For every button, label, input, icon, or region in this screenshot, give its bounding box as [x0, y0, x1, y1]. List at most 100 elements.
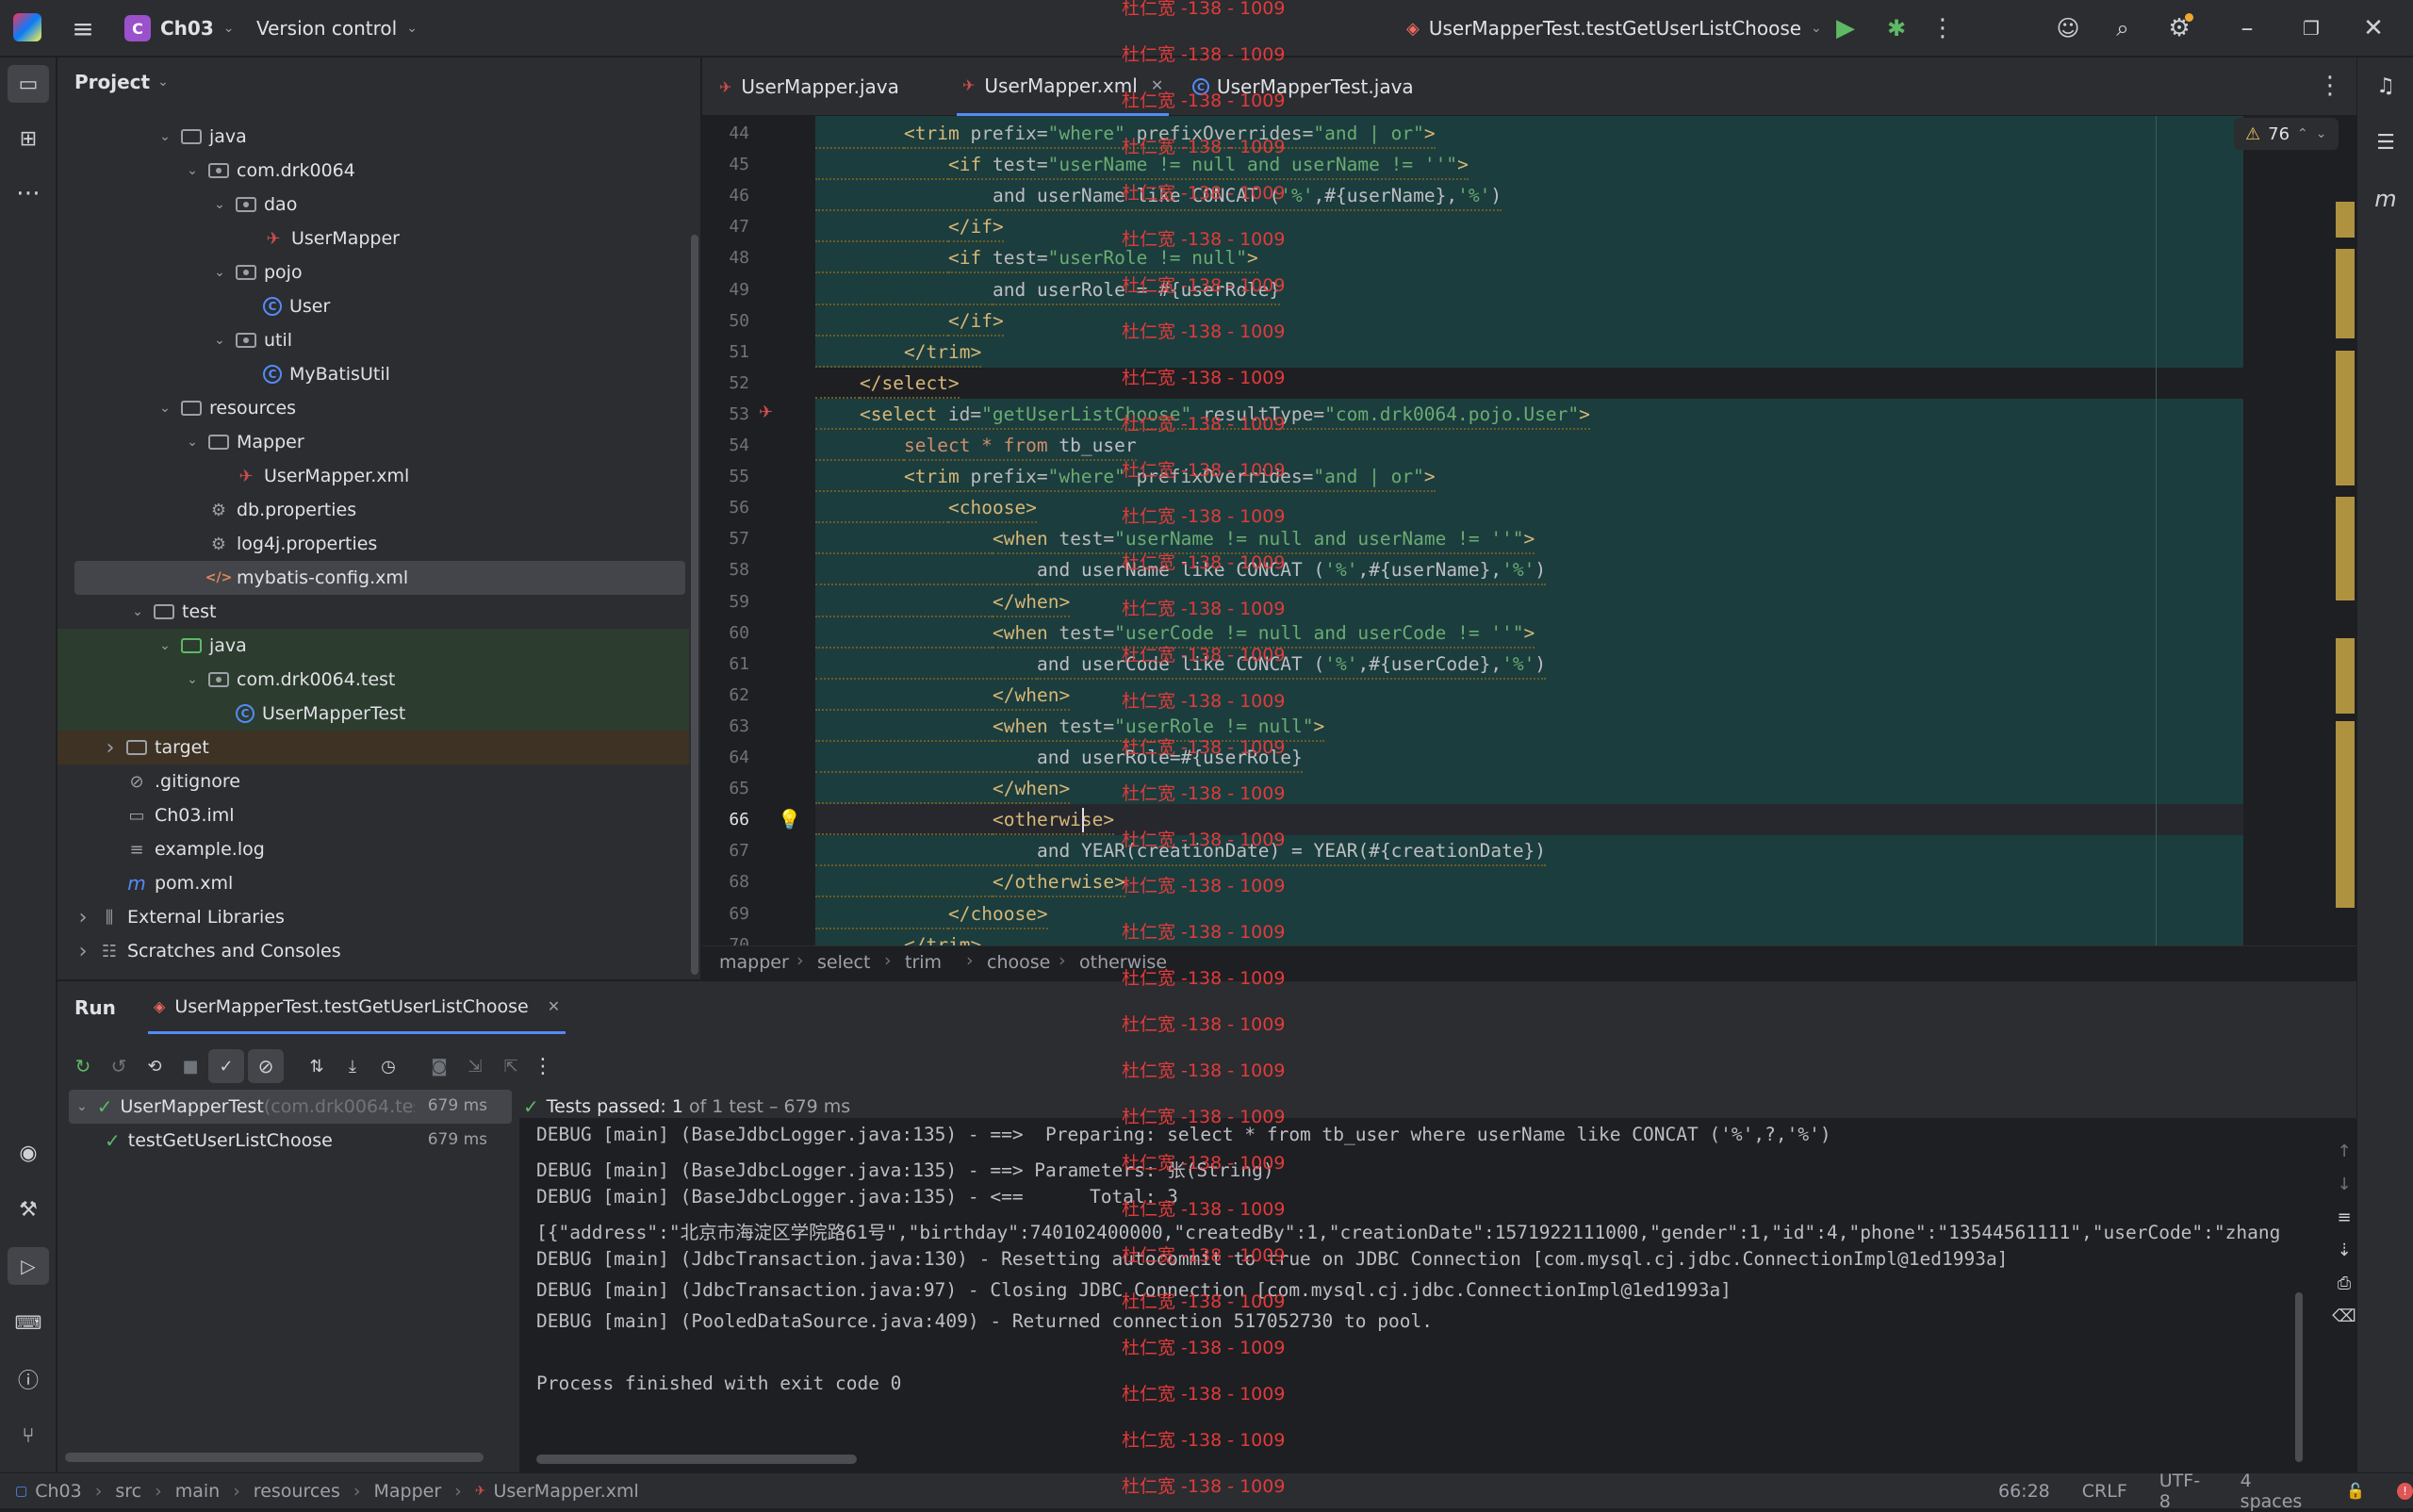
editor-tab[interactable]: C UserMapperTest.java — [1192, 58, 1414, 116]
close-tab-icon[interactable]: ✕ — [548, 997, 560, 1015]
console-scrollbar[interactable] — [536, 1454, 857, 1464]
tree-item[interactable]: C User — [238, 289, 330, 323]
chevron-down-icon[interactable]: ⌄ — [129, 604, 146, 619]
file-encoding[interactable]: UTF-8 — [2159, 1471, 2208, 1512]
restore-button[interactable]: ❐ — [2294, 13, 2328, 43]
editor-tab[interactable]: ✈ UserMapper.java — [719, 58, 899, 116]
tree-item[interactable]: ⌄ test — [129, 595, 216, 629]
up-arrow-icon[interactable]: ↑ — [2337, 1142, 2351, 1161]
run-button[interactable]: ▶ — [1829, 13, 1863, 43]
tree-item[interactable]: › ⫼ External Libraries — [74, 900, 285, 934]
chevron-down-icon[interactable]: ⌄ — [2316, 126, 2327, 141]
error-indicator-icon[interactable]: ! — [2397, 1482, 2413, 1500]
project-scrollbar[interactable] — [691, 235, 698, 975]
database-icon[interactable]: ☰ — [2367, 123, 2405, 161]
rerun-icon[interactable]: ↻ — [65, 1049, 101, 1083]
tab-more-icon[interactable]: ⋮ — [2316, 71, 2344, 101]
mybatis-bird-icon[interactable]: ✈ — [759, 403, 773, 422]
rerun-failed-icon[interactable]: ↺ — [101, 1049, 137, 1083]
run-tab[interactable]: ◈ UserMapperTest.testGetUserListChoose ✕ — [148, 981, 566, 1034]
tree-item[interactable]: ✈ UserMapper — [238, 222, 400, 255]
print-icon[interactable]: ⎙ — [2338, 1274, 2351, 1293]
add-user-icon[interactable]: ☺ — [2051, 13, 2085, 43]
status-path-item[interactable]: Ch03 — [35, 1481, 82, 1502]
project-switcher[interactable]: C Ch03 ⌄ — [124, 13, 234, 43]
warning-marker[interactable] — [2336, 249, 2355, 338]
show-passed-icon[interactable]: ✓ — [208, 1049, 244, 1083]
tree-item[interactable]: ▭ Ch03.iml — [102, 798, 234, 832]
chevron-down-icon[interactable]: ⌄ — [211, 197, 228, 212]
notifications-bell-icon[interactable]: ♫ — [2367, 67, 2405, 105]
tree-item[interactable]: ⌄ java — [156, 629, 247, 663]
tree-item[interactable]: ⌄ java — [156, 120, 247, 154]
structure-icon[interactable]: ⊞ — [8, 120, 49, 157]
indent-setting[interactable]: 4 spaces — [2241, 1471, 2315, 1512]
soft-wrap-icon[interactable]: ≡ — [2337, 1208, 2351, 1227]
tree-item[interactable]: ⌄ Mapper — [184, 425, 304, 459]
sort-duration-icon[interactable]: ⤓ — [335, 1049, 370, 1083]
breadcrumb-item[interactable]: mapper — [719, 952, 789, 973]
tree-item[interactable]: ≡ example.log — [102, 832, 264, 866]
intellij-logo-icon[interactable] — [13, 13, 41, 41]
chevron-down-icon[interactable]: ⌄ — [184, 163, 201, 178]
show-ignored-icon[interactable]: ⊘ — [248, 1049, 284, 1083]
project-tool-folder-icon[interactable]: ▭ — [8, 65, 49, 103]
more-tools-icon[interactable]: ⋯ — [8, 174, 49, 212]
chevron-right-icon[interactable]: › — [74, 940, 91, 963]
build-hammer-icon[interactable]: ⚒ — [8, 1191, 49, 1228]
scroll-to-end-icon[interactable]: ⇣ — [2337, 1241, 2351, 1260]
tree-item[interactable]: ✈ UserMapper.xml — [211, 459, 409, 493]
breadcrumb-item[interactable]: trim — [905, 952, 942, 973]
tree-item[interactable]: </> mybatis-config.xml — [184, 561, 408, 595]
more-actions-icon[interactable]: ⋮ — [529, 1049, 557, 1083]
code-view[interactable]: <trim prefix="where" prefixOverrides="an… — [815, 116, 2243, 945]
tree-item[interactable]: › target — [102, 731, 209, 764]
export-icon[interactable]: ⇱ — [493, 1049, 529, 1083]
console-output[interactable]: DEBUG [main] (BaseJdbcLogger.java:135) -… — [519, 1118, 2356, 1481]
tree-item[interactable]: ⌄ com.drk0064 — [184, 154, 355, 188]
chevron-down-icon[interactable]: ⌄ — [211, 333, 228, 348]
tree-item[interactable]: ⊘ .gitignore — [102, 764, 239, 798]
breadcrumb-item[interactable]: select — [817, 952, 870, 973]
vcs-widget[interactable]: Version control ⌄ — [256, 13, 418, 43]
run-tool-icon[interactable]: ▷ — [8, 1247, 49, 1285]
chevron-down-icon[interactable]: ⌄ — [184, 435, 201, 450]
chevron-down-icon[interactable]: ⌄ — [156, 401, 173, 416]
tree-item[interactable]: m pom.xml — [102, 866, 233, 900]
chevron-right-icon[interactable]: › — [74, 906, 91, 929]
caret-position[interactable]: 66:28 — [1998, 1481, 2050, 1502]
tree-item[interactable]: C MyBatisUtil — [238, 357, 390, 391]
chevron-down-icon[interactable]: ⌄ — [156, 638, 173, 653]
tree-item[interactable]: › ☷ Scratches and Consoles — [74, 934, 341, 968]
tree-item[interactable]: ⌄ util — [211, 323, 292, 357]
close-window-button[interactable]: ✕ — [2356, 13, 2390, 43]
breadcrumb-item[interactable]: choose — [987, 952, 1050, 973]
test-node[interactable]: ✓ testGetUserListChoose 679 ms — [105, 1124, 501, 1158]
run-configuration-selector[interactable]: ◈ UserMapperTest.testGetUserListChoose ⌄ — [1406, 13, 1822, 43]
terminal-icon[interactable]: ⌨ — [8, 1304, 49, 1341]
import-icon[interactable]: ⇲ — [457, 1049, 493, 1083]
tree-item[interactable]: ⌄ resources — [156, 391, 296, 425]
tree-item[interactable]: C UserMapperTest — [211, 697, 405, 731]
intention-bulb-icon[interactable]: 💡 — [778, 808, 801, 830]
chevron-up-icon[interactable]: ⌃ — [2297, 126, 2308, 141]
tree-item[interactable]: ⌄ pojo — [211, 255, 302, 289]
maven-icon[interactable]: m — [2367, 180, 2405, 218]
minimize-button[interactable]: – — [2230, 13, 2264, 43]
toggle-auto-test-icon[interactable]: ⟲ — [137, 1049, 172, 1083]
status-path-item[interactable]: UserMapper.xml — [494, 1481, 639, 1502]
problems-icon[interactable]: ⓘ — [8, 1360, 49, 1398]
warning-marker[interactable] — [2336, 497, 2355, 600]
chevron-down-icon[interactable]: ⌄ — [156, 129, 173, 144]
warning-marker[interactable] — [2336, 721, 2355, 908]
line-separator[interactable]: CRLF — [2082, 1481, 2127, 1502]
more-actions-icon[interactable]: ⋮ — [1929, 13, 1957, 43]
debug-bug-icon[interactable]: ✱ — [1880, 13, 1913, 43]
trash-icon[interactable]: ⌫ — [2332, 1307, 2356, 1326]
search-icon[interactable]: ⌕ — [2106, 13, 2140, 43]
tree-item[interactable]: ⌄ dao — [211, 188, 297, 222]
tree-scrollbar[interactable] — [65, 1453, 484, 1462]
inspection-widget[interactable]: ⚠ 76 ⌃ ⌄ — [2234, 118, 2339, 150]
tree-item[interactable]: ⚙ db.properties — [184, 493, 356, 527]
breadcrumb-item[interactable]: otherwise — [1079, 952, 1167, 973]
